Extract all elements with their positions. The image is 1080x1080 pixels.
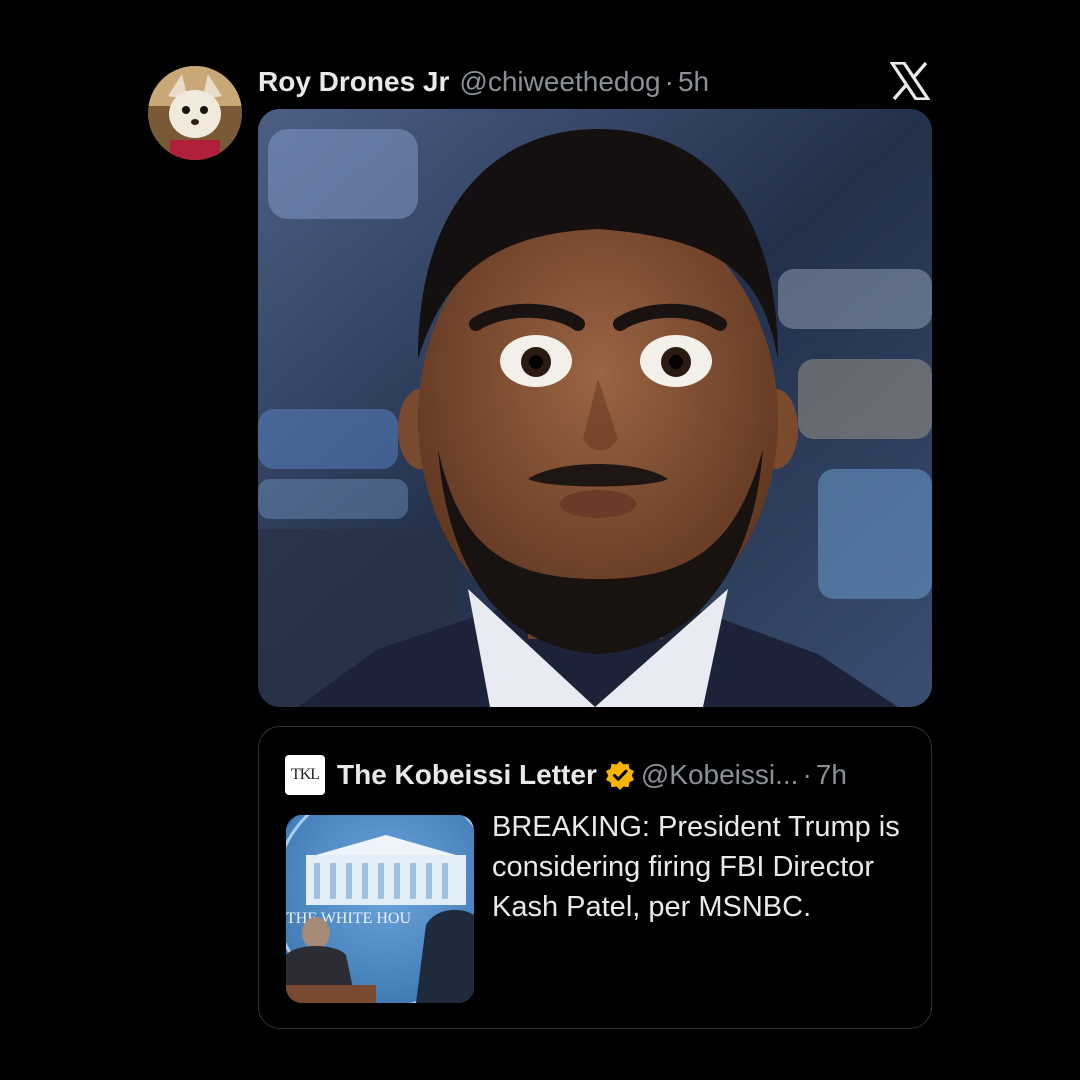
separator-dot: ·	[664, 66, 674, 97]
tweet-image[interactable]	[258, 109, 932, 707]
quoted-tweet-thumbnail[interactable]: THE WHITE HOU	[286, 815, 474, 1003]
separator-dot: ·	[802, 759, 812, 790]
verified-badge-icon	[605, 760, 635, 790]
quoted-tweet-text: BREAKING: President Trump is considering…	[492, 811, 900, 923]
author-handle[interactable]: @chiweethedog	[459, 66, 660, 98]
quoted-timestamp[interactable]: 7h	[816, 759, 847, 791]
x-logo-icon[interactable]	[889, 61, 931, 101]
tweet-header: Roy Drones Jr @chiweethedog · 5h	[258, 62, 709, 102]
timestamp[interactable]: 5h	[678, 66, 709, 98]
logo-text: TKL	[290, 766, 320, 783]
quoted-tweet-header: TKL The Kobeissi Letter @Kobeissi... · 7…	[285, 755, 847, 795]
quoted-author-name[interactable]: The Kobeissi Letter	[337, 759, 597, 791]
quoted-author-handle[interactable]: @Kobeissi...	[641, 759, 799, 791]
author-name[interactable]: Roy Drones Jr	[258, 66, 449, 98]
avatar[interactable]	[148, 66, 242, 160]
kobeissi-logo-icon[interactable]: TKL	[285, 755, 325, 795]
chihuahua-icon	[148, 66, 242, 160]
quoted-tweet[interactable]: TKL The Kobeissi Letter @Kobeissi... · 7…	[258, 726, 932, 1029]
